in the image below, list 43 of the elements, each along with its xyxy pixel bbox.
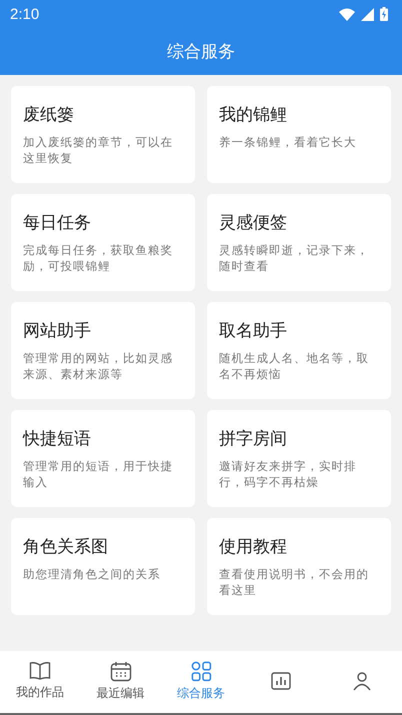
service-card[interactable]: 废纸篓 加入废纸篓的章节，可以在这里恢复	[11, 86, 195, 183]
service-card[interactable]: 网站助手 管理常用的网站，比如灵感来源、素材来源等	[11, 302, 195, 399]
status-time: 2:10	[10, 6, 40, 22]
chart-icon	[270, 671, 292, 691]
card-title: 快捷短语	[23, 428, 92, 450]
service-card[interactable]: 快捷短语 管理常用的短语，用于快捷输入	[11, 410, 195, 507]
card-title: 角色关系图	[23, 536, 109, 558]
card-title: 废纸篓	[23, 104, 75, 126]
card-title: 网站助手	[23, 320, 92, 342]
card-title: 使用教程	[219, 536, 288, 558]
card-description: 邀请好友来拼字，实时排行，码字不再枯燥	[219, 458, 358, 490]
card-description: 随机生成人名、地名等，取名不再烦恼	[219, 350, 370, 382]
card-description: 加入废纸篓的章节，可以在这里恢复	[23, 134, 174, 166]
card-description: 管理常用的短语，用于快捷输入	[23, 458, 174, 490]
book-icon	[29, 661, 52, 681]
nav-tab[interactable]: 综合服务	[160, 651, 242, 711]
wifi-icon	[339, 8, 355, 20]
service-card[interactable]: 使用教程 查看使用说明书，不会用的看这里	[207, 518, 391, 615]
card-title: 我的锦鲤	[219, 104, 288, 126]
service-card[interactable]: 角色关系图 助您理清角色之间的关系	[11, 518, 195, 615]
card-description: 查看使用说明书，不会用的看这里	[219, 566, 370, 598]
service-card[interactable]: 我的锦鲤 养一条锦鲤，看着它长大	[207, 86, 391, 183]
service-card[interactable]: 拼字房间 邀请好友来拼字，实时排行，码字不再枯燥	[207, 410, 391, 507]
service-card[interactable]: 取名助手 随机生成人名、地名等，取名不再烦恼	[207, 302, 391, 399]
service-card[interactable]: 每日任务 完成每日任务，获取鱼粮奖励，可投喂锦鲤	[11, 194, 195, 291]
battery-icon	[380, 7, 388, 21]
card-title: 取名助手	[219, 320, 288, 342]
card-title: 灵感便签	[219, 212, 288, 234]
card-description: 助您理清角色之间的关系	[23, 566, 162, 582]
card-description: 管理常用的网站，比如灵感来源、素材来源等	[23, 350, 174, 382]
person-icon	[350, 671, 373, 691]
grid-icon	[190, 660, 212, 682]
page-title: 综合服务	[167, 41, 235, 63]
card-description: 灵感转瞬即逝，记录下来，随时查看	[219, 242, 370, 274]
card-description: 完成每日任务，获取鱼粮奖励，可投喂锦鲤	[23, 242, 174, 274]
signal-icon	[361, 8, 374, 20]
calendar-icon	[110, 660, 132, 682]
service-card[interactable]: 灵感便签 灵感转瞬即逝，记录下来，随时查看	[207, 194, 391, 291]
nav-tab[interactable]: 最近编辑	[80, 651, 161, 711]
nav-tab[interactable]: 我的作品	[0, 651, 80, 711]
card-title: 拼字房间	[219, 428, 288, 450]
card-title: 每日任务	[23, 212, 92, 234]
card-description: 养一条锦鲤，看着它长大	[219, 134, 358, 150]
